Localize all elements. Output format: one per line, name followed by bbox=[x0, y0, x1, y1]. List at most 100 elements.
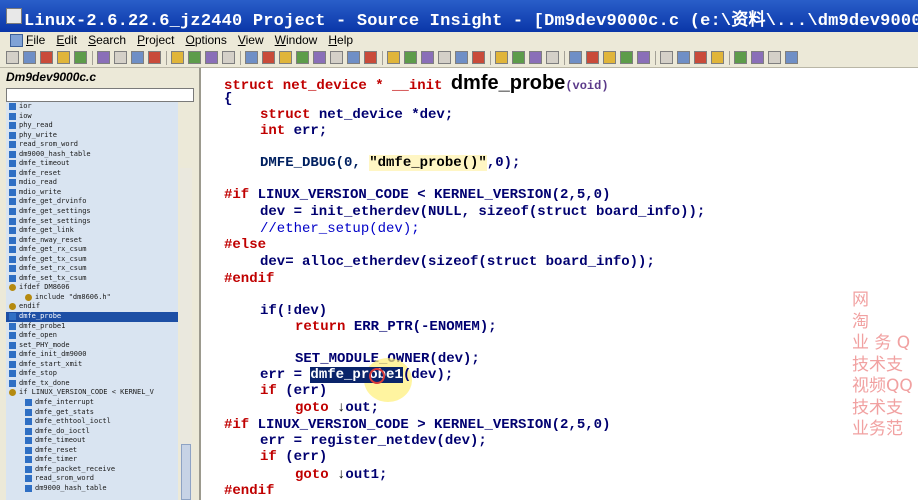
toolbar-button-icon[interactable] bbox=[512, 51, 525, 64]
toolbar-button-icon[interactable] bbox=[785, 51, 798, 64]
toolbar-button-icon[interactable] bbox=[313, 51, 326, 64]
toolbar-button-icon[interactable] bbox=[330, 51, 343, 64]
menu-edit[interactable]: Edit bbox=[56, 32, 77, 48]
toolbar-button-icon[interactable] bbox=[404, 51, 417, 64]
toolbar-button-icon[interactable] bbox=[620, 51, 633, 64]
symbol-list-item[interactable]: dmfe_reset bbox=[6, 446, 178, 456]
toolbar-button-icon[interactable] bbox=[768, 51, 781, 64]
app-icon[interactable] bbox=[6, 8, 22, 24]
toolbar-button-icon[interactable] bbox=[6, 51, 19, 64]
symbol-list-item[interactable]: ior bbox=[6, 102, 178, 112]
symbol-list-item[interactable]: phy_write bbox=[6, 131, 178, 141]
symbol-list-item[interactable]: mdio_read bbox=[6, 178, 178, 188]
symbol-list-item[interactable]: read_srom_word bbox=[6, 140, 178, 150]
symbol-list-item[interactable]: include "dm8606.h" bbox=[6, 293, 178, 303]
menu-window[interactable]: Window bbox=[275, 32, 318, 48]
symbol-list-item[interactable]: dmfe_get_tx_csum bbox=[6, 255, 178, 265]
toolbar-button-icon[interactable] bbox=[97, 51, 110, 64]
toolbar-button-icon[interactable] bbox=[171, 51, 184, 64]
menu-project[interactable]: Project bbox=[137, 32, 174, 48]
symbol-list-item[interactable]: if LINUX_VERSION_CODE < KERNEL_V bbox=[6, 388, 178, 398]
toolbar-button-icon[interactable] bbox=[495, 51, 508, 64]
symbol-list-item[interactable]: dmfe_ethtool_ioctl bbox=[6, 417, 178, 427]
toolbar-button-icon[interactable] bbox=[421, 51, 434, 64]
symbol-list-item[interactable]: phy_read bbox=[6, 121, 178, 131]
symbol-list-item[interactable]: dmfe_probe bbox=[6, 312, 178, 322]
scrollbar-thumb[interactable] bbox=[181, 444, 191, 500]
symbol-list-item[interactable]: dm9000_hash_table bbox=[6, 484, 178, 494]
toolbar-button-icon[interactable] bbox=[711, 51, 724, 64]
toolbar-button-icon[interactable] bbox=[387, 51, 400, 64]
toolbar-button-icon[interactable] bbox=[603, 51, 616, 64]
toolbar-button-icon[interactable] bbox=[751, 51, 764, 64]
toolbar-button-icon[interactable] bbox=[74, 51, 87, 64]
toolbar-button-icon[interactable] bbox=[438, 51, 451, 64]
toolbar-button-icon[interactable] bbox=[262, 51, 275, 64]
toolbar-button-icon[interactable] bbox=[660, 51, 673, 64]
symbol-list[interactable]: ior iow phy_read phy_write read_srom_word dm9… bbox=[6, 102, 178, 500]
symbol-list-item[interactable]: dmfe_timeout bbox=[6, 436, 178, 446]
toolbar-button-icon[interactable] bbox=[57, 51, 70, 64]
code-editor[interactable]: struct net_device * __init dmfe_probe(vo… bbox=[201, 68, 918, 500]
toolbar-button-icon[interactable] bbox=[364, 51, 377, 64]
menu-search[interactable]: Search bbox=[88, 32, 126, 48]
toolbar-button-icon[interactable] bbox=[677, 51, 690, 64]
menu-file[interactable]: File bbox=[26, 32, 45, 48]
symbol-list-item[interactable]: dmfe_set_settings bbox=[6, 217, 178, 227]
symbol-list-item[interactable]: dmfe_get_link bbox=[6, 226, 178, 236]
symbol-list-item[interactable]: dmfe_timer bbox=[6, 455, 178, 465]
toolbar-button-icon[interactable] bbox=[114, 51, 127, 64]
symbol-list-item[interactable]: dmfe_interrupt bbox=[6, 398, 178, 408]
toolbar-button-icon[interactable] bbox=[694, 51, 707, 64]
toolbar-button-icon[interactable] bbox=[279, 51, 292, 64]
selected-symbol[interactable]: dmfe_probe1 bbox=[310, 367, 403, 383]
toolbar-button-icon[interactable] bbox=[245, 51, 258, 64]
symbol-list-item[interactable]: dmfe_timeout bbox=[6, 159, 178, 169]
symbol-list-item[interactable]: dmfe_get_rx_csum bbox=[6, 245, 178, 255]
symbol-list-item[interactable]: iow bbox=[6, 112, 178, 122]
toolbar-button-icon[interactable] bbox=[23, 51, 36, 64]
toolbar-button-icon[interactable] bbox=[734, 51, 747, 64]
toolbar-button-icon[interactable] bbox=[296, 51, 309, 64]
toolbar-button-icon[interactable] bbox=[347, 51, 360, 64]
symbol-list-item[interactable]: read_srom_word bbox=[6, 474, 178, 484]
toolbar-button-icon[interactable] bbox=[40, 51, 53, 64]
toolbar-button-icon[interactable] bbox=[205, 51, 218, 64]
toolbar-button-icon[interactable] bbox=[637, 51, 650, 64]
symbol-list-item[interactable]: dmfe_open bbox=[6, 331, 178, 341]
symbol-list-item[interactable]: dmfe_set_tx_csum bbox=[6, 274, 178, 284]
toolbar-button-icon[interactable] bbox=[529, 51, 542, 64]
toolbar-button-icon[interactable] bbox=[455, 51, 468, 64]
toolbar-button-icon[interactable] bbox=[188, 51, 201, 64]
symbol-list-item[interactable]: ifdef DM8606 bbox=[6, 283, 178, 293]
symbol-list-scrollbar[interactable] bbox=[180, 168, 192, 500]
menu-options[interactable]: Options bbox=[185, 32, 226, 48]
toolbar-button-icon[interactable] bbox=[131, 51, 144, 64]
symbol-list-item[interactable]: dmfe_packet_receive bbox=[6, 465, 178, 475]
symbol-list-item[interactable]: dmfe_probe1 bbox=[6, 322, 178, 332]
symbol-list-item[interactable]: dmfe_set_rx_csum bbox=[6, 264, 178, 274]
symbol-list-item[interactable]: dmfe_get_drvinfo bbox=[6, 197, 178, 207]
toolbar-button-icon[interactable] bbox=[148, 51, 161, 64]
symbol-list-item[interactable]: dm9000_hash_table bbox=[6, 150, 178, 160]
symbol-list-item[interactable]: dmfe_get_settings bbox=[6, 207, 178, 217]
toolbar-button-icon[interactable] bbox=[546, 51, 559, 64]
symbol-list-item[interactable]: dmfe_tx_done bbox=[6, 379, 178, 389]
menu-help[interactable]: Help bbox=[328, 32, 353, 48]
symbol-list-item[interactable]: dmfe_stop bbox=[6, 369, 178, 379]
symbol-list-item[interactable]: dmfe_init_dm9000 bbox=[6, 350, 178, 360]
symbol-list-item[interactable]: dmfe_get_stats bbox=[6, 408, 178, 418]
toolbar-button-icon[interactable] bbox=[222, 51, 235, 64]
symbol-list-item[interactable]: dmfe_reset bbox=[6, 169, 178, 179]
symbol-list-item[interactable]: dmfe_do_ioctl bbox=[6, 427, 178, 437]
symbol-list-item[interactable]: dmfe_start_xmit bbox=[6, 360, 178, 370]
toolbar-button-icon[interactable] bbox=[586, 51, 599, 64]
menu-view[interactable]: View bbox=[238, 32, 264, 48]
document-icon[interactable] bbox=[10, 34, 23, 47]
toolbar-button-icon[interactable] bbox=[569, 51, 582, 64]
symbol-search-input[interactable] bbox=[6, 88, 194, 102]
toolbar-button-icon[interactable] bbox=[472, 51, 485, 64]
symbol-list-item[interactable]: mdio_write bbox=[6, 188, 178, 198]
symbol-list-item[interactable]: set_PHY_mode bbox=[6, 341, 178, 351]
symbol-list-item[interactable]: dmfe_nway_reset bbox=[6, 236, 178, 246]
